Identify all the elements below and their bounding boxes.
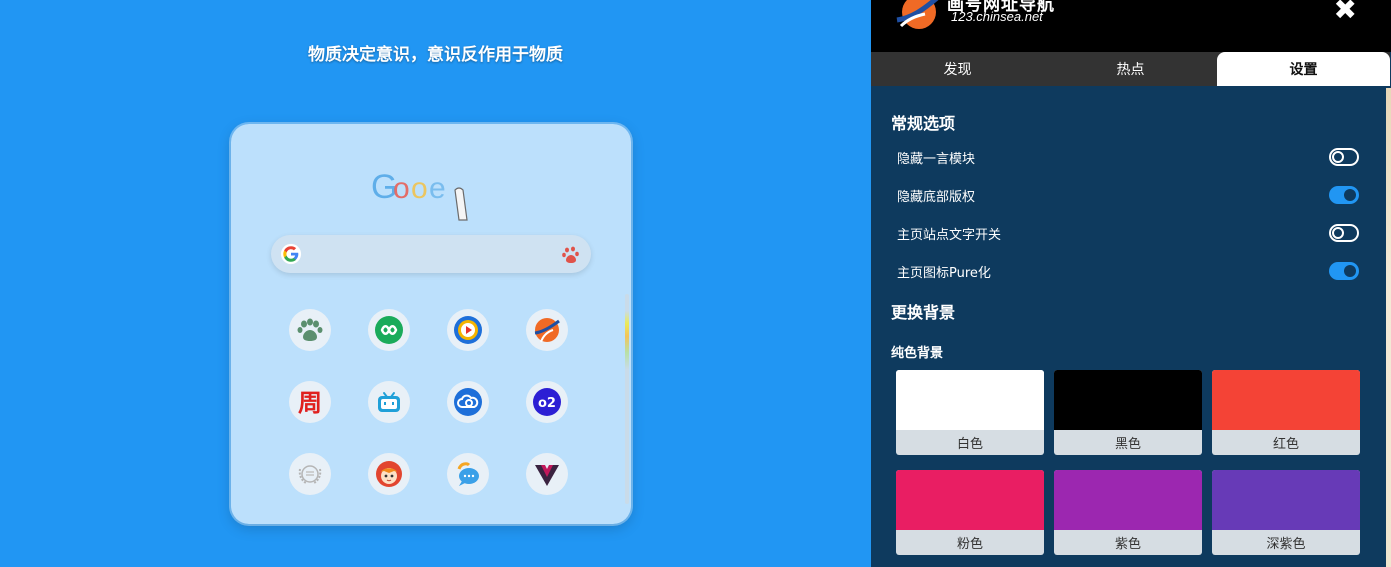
swatch-label: 深紫色 — [1266, 537, 1306, 552]
google-doodle-icon[interactable]: G o o e — [371, 168, 471, 228]
infinity-icon — [375, 316, 403, 344]
site-chinsea[interactable] — [526, 309, 568, 351]
svg-text:o: o — [411, 172, 428, 205]
swatch-color — [896, 470, 1044, 530]
panel-header: 画号网址导航 123.chinsea.net ✖ — [871, 0, 1391, 52]
swatch-color — [1054, 370, 1202, 430]
svg-text:o: o — [393, 172, 410, 205]
logo-url: 123.chinsea.net — [951, 9, 1043, 24]
swatch-color — [1212, 370, 1360, 430]
svg-text:o2: o2 — [538, 396, 556, 411]
swatch-label: 红色 — [1272, 437, 1299, 452]
option-label: 主页站点文字开关 — [897, 227, 1002, 243]
site-grid: 周 o2 — [289, 309, 568, 495]
toggle-switch[interactable] — [1329, 186, 1359, 204]
swatch-red[interactable]: 红色 — [1212, 370, 1360, 455]
swatch-color — [1212, 470, 1360, 530]
option-hide-hitokoto: 隐藏一言模块 — [897, 145, 1359, 169]
option-label: 隐藏底部版权 — [897, 189, 976, 205]
swatch-label: 白色 — [956, 437, 983, 452]
toggle-switch[interactable] — [1329, 224, 1359, 242]
card-scrollbar[interactable] — [625, 294, 629, 504]
home-card: G o o e 周 o2 — [231, 124, 631, 524]
swatch-color — [1054, 470, 1202, 530]
bilibili-tv-icon — [378, 392, 400, 412]
site-logo-icon[interactable] — [895, 0, 939, 30]
swatch-white[interactable]: 白色 — [896, 370, 1044, 455]
site-bilibili[interactable] — [368, 381, 410, 423]
search-input[interactable] — [271, 235, 591, 273]
svg-text:周: 周 — [298, 389, 322, 417]
site-vue[interactable] — [526, 453, 568, 495]
settings-panel: 画号网址导航 123.chinsea.net ✖ 发现 热点 设置 常规选项 隐… — [871, 0, 1391, 567]
vue-v-icon — [535, 465, 559, 486]
laurel-badge-icon — [298, 465, 322, 484]
site-zhou[interactable]: 周 — [289, 381, 331, 423]
site-chat[interactable] — [447, 453, 489, 495]
solid-background-title: 纯色背景 — [891, 346, 944, 361]
swatch-label: 粉色 — [956, 537, 983, 552]
tab-hot[interactable]: 热点 — [1044, 52, 1217, 86]
site-baidu[interactable] — [289, 309, 331, 351]
background-section-title: 更换背景 — [891, 303, 956, 322]
swatch-label: 黑色 — [1114, 437, 1141, 452]
option-hide-copyright: 隐藏底部版权 — [897, 183, 1359, 207]
svg-text:e: e — [429, 172, 446, 205]
site-infinity[interactable] — [368, 309, 410, 351]
o2-icon: o2 — [533, 388, 561, 416]
quote-text: 物质决定意识，意识反作用于物质 — [308, 45, 563, 65]
option-label: 主页图标Pure化 — [897, 265, 991, 281]
general-section-title: 常规选项 — [891, 114, 956, 133]
panel-tabs: 发现 热点 设置 — [871, 52, 1390, 86]
site-video[interactable] — [447, 309, 489, 351]
cloud-drive-icon — [454, 388, 482, 416]
close-button[interactable]: ✖ — [1334, 0, 1357, 24]
tab-discover[interactable]: 发现 — [871, 52, 1044, 86]
site-anime[interactable] — [368, 453, 410, 495]
option-label: 隐藏一言模块 — [897, 151, 976, 167]
toggle-switch[interactable] — [1329, 262, 1359, 280]
baidu-paw-icon — [297, 318, 323, 341]
anime-girl-icon — [376, 461, 402, 487]
swatch-black[interactable]: 黑色 — [1054, 370, 1202, 455]
swatch-pink[interactable]: 粉色 — [896, 470, 1044, 555]
panel-scrollbar[interactable] — [1386, 88, 1391, 567]
site-o2[interactable]: o2 — [526, 381, 568, 423]
swatch-deep-purple[interactable]: 深紫色 — [1212, 470, 1360, 555]
site-cloud[interactable] — [447, 381, 489, 423]
zhou-character-icon: 周 — [298, 389, 322, 417]
swatch-label: 紫色 — [1114, 537, 1141, 552]
option-icon-pure: 主页图标Pure化 — [897, 259, 1359, 283]
baidu-paw-icon[interactable] — [561, 245, 581, 265]
color-swatches: 白色 黑色 红色 粉色 紫色 深紫色 — [896, 370, 1360, 555]
tab-settings[interactable]: 设置 — [1217, 52, 1390, 86]
site-laurel[interactable] — [289, 453, 331, 495]
toggle-knob — [1332, 227, 1344, 239]
option-site-text: 主页站点文字开关 — [897, 221, 1359, 245]
video-play-icon — [454, 316, 482, 344]
chat-bubble-icon — [457, 462, 479, 486]
toggle-switch[interactable] — [1329, 148, 1359, 166]
chinsea-logo-icon — [534, 318, 560, 343]
toggle-knob — [1344, 189, 1356, 201]
swatch-purple[interactable]: 紫色 — [1054, 470, 1202, 555]
swatch-color — [896, 370, 1044, 430]
toggle-knob — [1344, 265, 1356, 277]
google-g-icon[interactable] — [280, 243, 302, 265]
toggle-knob — [1332, 151, 1344, 163]
